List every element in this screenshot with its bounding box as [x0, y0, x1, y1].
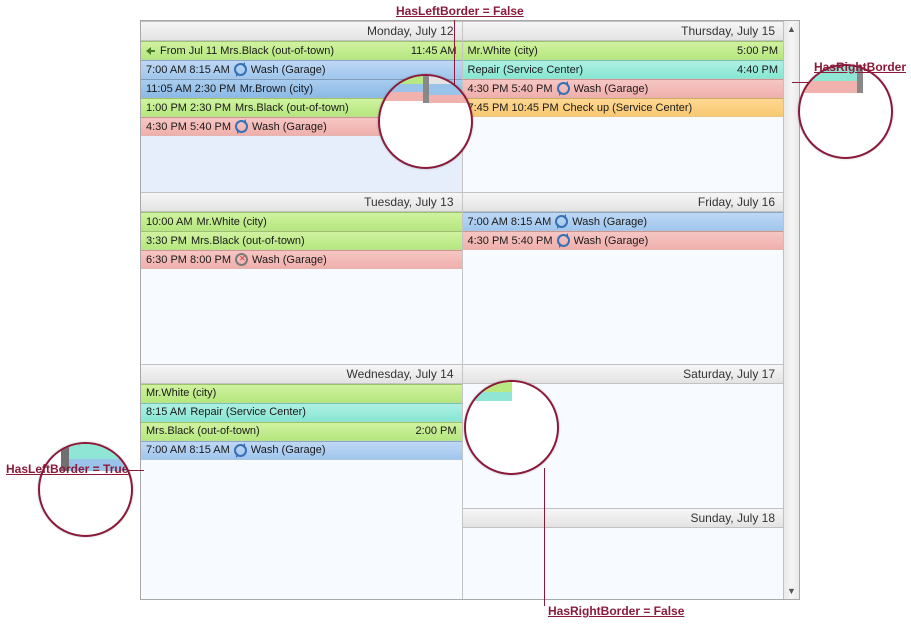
magnifier-top-center	[378, 74, 473, 169]
day-cell-wednesday[interactable]: Wednesday, July 14 Mr.White (city) 8:15 …	[141, 364, 463, 509]
arrow-left-icon	[146, 47, 156, 55]
appointment-label: Mr.White (city)	[468, 45, 734, 57]
appointment-times: 4:30 PM 5:40 PM	[146, 121, 231, 133]
empty-space[interactable]	[141, 269, 462, 363]
appointment-times: 4:30 PM 5:40 PM	[468, 83, 553, 95]
appointment-label: Mrs.Black (out-of-town)	[191, 235, 457, 247]
appointment[interactable]: Repair (Service Center) 4:40 PM	[463, 60, 784, 79]
magnifier-left	[38, 442, 133, 537]
vertical-scrollbar[interactable]: ▲ ▼	[783, 21, 799, 599]
appointment-label: Mr.White (city)	[146, 387, 457, 399]
appointment-label: Mrs.Black (out-of-town)	[146, 425, 412, 437]
appointment-times: 4:30 PM 5:40 PM	[468, 235, 553, 247]
appointment[interactable]: 7:45 PM 10:45 PM Check up (Service Cente…	[463, 98, 784, 117]
appointment-label: Wash (Garage)	[574, 83, 779, 95]
appointment-times: 7:00 AM 8:15 AM	[468, 216, 552, 228]
annotation-has-right-border-false: HasRightBorder = False	[548, 604, 684, 618]
appointment-list: Mr.White (city) 8:15 AM Repair (Service …	[141, 384, 462, 509]
appointment-label: Repair (Service Center)	[190, 406, 456, 418]
appointment-times: 10:00 AM	[146, 216, 192, 228]
day-cell-wed-continued[interactable]	[141, 508, 463, 599]
empty-space[interactable]	[141, 460, 462, 509]
recurring-cancel-icon	[235, 253, 248, 266]
scroll-down-icon[interactable]: ▼	[784, 583, 799, 599]
appointment-end-time: 5:00 PM	[737, 45, 778, 57]
appointment-list: 7:00 AM 8:15 AM Wash (Garage) 4:30 PM 5:…	[463, 212, 784, 363]
recurring-icon	[234, 444, 247, 457]
day-cell-tuesday[interactable]: Tuesday, July 13 10:00 AM Mr.White (city…	[141, 192, 463, 363]
magnifier-top-right	[798, 64, 893, 159]
appointment-list: 10:00 AM Mr.White (city) 3:30 PM Mrs.Bla…	[141, 212, 462, 363]
recurring-icon	[557, 234, 570, 247]
empty-space[interactable]	[141, 508, 462, 599]
annotation-has-left-border-false: HasLeftBorder = False	[396, 4, 524, 18]
day-header[interactable]: Thursday, July 15	[463, 21, 784, 41]
appointment-times: 1:00 PM 2:30 PM	[146, 102, 231, 114]
magnifier-center	[464, 380, 559, 475]
recurring-icon	[234, 63, 247, 76]
appointment-end-time: 11:45 AM	[411, 45, 457, 57]
appointment-label: Wash (Garage)	[252, 254, 457, 266]
day-cell-friday[interactable]: Friday, July 16 7:00 AM 8:15 AM Wash (Ga…	[463, 192, 784, 363]
appointment[interactable]: 10:00 AM Mr.White (city)	[141, 212, 462, 231]
appointment[interactable]: 3:30 PM Mrs.Black (out-of-town)	[141, 231, 462, 250]
annotation-has-left-border-true: HasLeftBorder = True	[6, 462, 128, 476]
appointment-times: 7:00 AM 8:15 AM	[146, 64, 230, 76]
appointment[interactable]: Mrs.Black (out-of-town) 2:00 PM	[141, 422, 462, 441]
recurring-icon	[557, 82, 570, 95]
appointment[interactable]: 7:00 AM 8:15 AM Wash (Garage)	[141, 441, 462, 460]
scroll-up-icon[interactable]: ▲	[784, 21, 799, 37]
appointment-end-time: 2:00 PM	[416, 425, 457, 437]
annotation-line	[544, 468, 545, 606]
appointment-label: Wash (Garage)	[251, 444, 457, 456]
appointment-label: Wash (Garage)	[572, 216, 778, 228]
day-cell-sunday[interactable]: Sunday, July 18	[463, 508, 784, 599]
appointment[interactable]: 6:30 PM 8:00 PM Wash (Garage)	[141, 250, 462, 269]
week-row: Sunday, July 18	[141, 508, 783, 599]
day-header[interactable]: Sunday, July 18	[463, 508, 784, 528]
appointment[interactable]: 7:00 AM 8:15 AM Wash (Garage)	[463, 212, 784, 231]
appointment[interactable]: Mr.White (city) 5:00 PM	[463, 41, 784, 60]
recurring-icon	[555, 215, 568, 228]
appointment-times: 8:15 AM	[146, 406, 186, 418]
empty-space[interactable]	[463, 250, 784, 363]
appointment-label: Repair (Service Center)	[468, 64, 734, 76]
appointment-label: From Jul 11 Mrs.Black (out-of-town)	[160, 45, 407, 57]
day-cell-thursday[interactable]: Thursday, July 15 Mr.White (city) 5:00 P…	[463, 21, 784, 192]
empty-space[interactable]	[463, 117, 784, 192]
day-header[interactable]: Monday, July 12	[141, 21, 462, 41]
annotation-has-right-border: HasRightBorder	[814, 60, 906, 74]
day-header[interactable]: Friday, July 16	[463, 192, 784, 212]
appointment-times: 6:30 PM 8:00 PM	[146, 254, 231, 266]
appointment[interactable]: 4:30 PM 5:40 PM Wash (Garage)	[463, 231, 784, 250]
appointment-times: 7:45 PM 10:45 PM	[468, 102, 559, 114]
appointment[interactable]: 8:15 AM Repair (Service Center)	[141, 403, 462, 422]
appointment-times: 7:00 AM 8:15 AM	[146, 444, 230, 456]
appointment-label: Check up (Service Center)	[563, 102, 778, 114]
recurring-icon	[235, 120, 248, 133]
appointment-list	[141, 508, 462, 599]
appointment[interactable]: From Jul 11 Mrs.Black (out-of-town) 11:4…	[141, 41, 462, 60]
appointment-times: 3:30 PM	[146, 235, 187, 247]
day-header[interactable]: Tuesday, July 13	[141, 192, 462, 212]
appointment-label: Wash (Garage)	[574, 235, 779, 247]
day-header[interactable]: Wednesday, July 14	[141, 364, 462, 384]
appointment-times: 11:05 AM 2:30 PM	[146, 83, 236, 95]
appointment-list	[463, 528, 784, 599]
appointment-list: Mr.White (city) 5:00 PM Repair (Service …	[463, 41, 784, 192]
appointment[interactable]: Mr.White (city)	[141, 384, 462, 403]
appointment-end-time: 4:40 PM	[737, 64, 778, 76]
appointment[interactable]: 4:30 PM 5:40 PM Wash (Garage)	[463, 79, 784, 98]
appointment-label: Mr.White (city)	[196, 216, 456, 228]
week-row: Tuesday, July 13 10:00 AM Mr.White (city…	[141, 192, 783, 363]
week-row: Wednesday, July 14 Mr.White (city) 8:15 …	[141, 364, 783, 509]
empty-space[interactable]	[463, 528, 784, 599]
